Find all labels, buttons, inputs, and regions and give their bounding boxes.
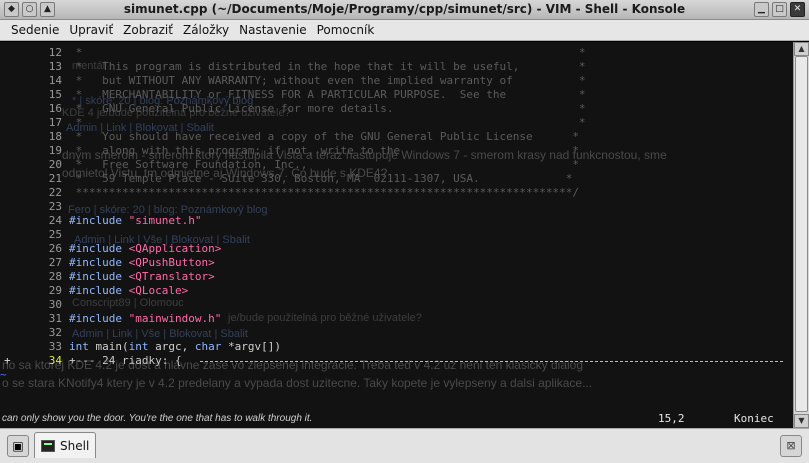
line-number: 15	[48, 88, 62, 101]
line-number: 27	[48, 256, 62, 269]
close-tab-icon[interactable]: ⊠	[780, 435, 802, 457]
terminal-view[interactable]: mentáŕ * | skóre: 20 | blog: Poznámkový …	[0, 42, 793, 428]
code-line[interactable]: 31 #include "mainwindow.h"	[0, 312, 793, 326]
code-text: #include <QTranslator>	[69, 270, 215, 283]
line-number: 31	[48, 312, 62, 325]
tab-shell[interactable]: Shell	[34, 432, 96, 458]
empty-buffer-line: ~	[0, 368, 793, 382]
code-text: * but WITHOUT ANY WARRANTY; without even…	[69, 74, 586, 87]
line-number: 34	[48, 354, 62, 367]
scroll-position: Koniec	[734, 412, 774, 425]
terminal-icon	[41, 439, 55, 452]
line-number: 19	[48, 144, 62, 157]
tab-bar: ▣ Shell ⊠	[0, 428, 809, 463]
line-number: 26	[48, 242, 62, 255]
scroll-up-icon[interactable]: ▲	[794, 42, 809, 56]
code-line[interactable]: 24 #include "simunet.h"	[0, 214, 793, 228]
line-number: 18	[48, 130, 62, 143]
menu-view[interactable]: Zobraziť	[118, 23, 178, 37]
line-number: 30	[48, 298, 62, 311]
code-line[interactable]: 26 #include <QApplication>	[0, 242, 793, 256]
code-line[interactable]: 14 * but WITHOUT ANY WARRANTY; without e…	[0, 74, 793, 88]
code-text: #include <QApplication>	[69, 242, 222, 255]
line-number: 12	[48, 46, 62, 59]
code-text: #include <QLocale>	[69, 284, 189, 297]
code-line[interactable]: 20 * Free Software Foundation, Inc., *	[0, 158, 793, 172]
code-text: * *	[69, 116, 586, 129]
new-tab-icon[interactable]: ▣	[7, 435, 29, 457]
line-number: 25	[48, 228, 62, 241]
code-text: ****************************************…	[69, 186, 579, 199]
code-text: * MERCHANTABILITY or FITNESS FOR A PARTI…	[69, 88, 586, 101]
code-line[interactable]: 25	[0, 228, 793, 242]
line-number: 23	[48, 200, 62, 213]
line-number: 28	[48, 270, 62, 283]
line-number: 14	[48, 74, 62, 87]
code-line[interactable]: 27 #include <QPushButton>	[0, 256, 793, 270]
fold-filler	[200, 361, 783, 362]
tab-label: Shell	[60, 438, 90, 453]
menu-bookmarks[interactable]: Záložky	[178, 23, 234, 37]
code-text: * along with this program; if not, write…	[69, 144, 579, 157]
code-text: int main(int argc, char *argv[])	[69, 340, 281, 353]
code-line[interactable]: 13 * This program is distributed in the …	[0, 60, 793, 74]
scrollbar-thumb[interactable]	[795, 56, 808, 412]
line-number: 20	[48, 158, 62, 171]
tilde-marker: ~	[0, 368, 7, 381]
vim-editor[interactable]: 12 * * 13 * This program is distributed i…	[0, 46, 793, 382]
close-icon[interactable]: ✕	[790, 2, 805, 17]
code-line[interactable]: 29 #include <QLocale>	[0, 284, 793, 298]
code-line[interactable]: 17 * *	[0, 116, 793, 130]
code-line[interactable]: 33 int main(int argc, char *argv[])	[0, 340, 793, 354]
code-line[interactable]: 15 * MERCHANTABILITY or FITNESS FOR A PA…	[0, 88, 793, 102]
cursor-position: 15,2	[658, 412, 685, 425]
sticky-icon[interactable]: ○	[22, 2, 37, 17]
fold-text: +--- 24 riadky: {	[69, 354, 182, 367]
line-number: 17	[48, 116, 62, 129]
keep-above-icon[interactable]: ▲	[40, 2, 55, 17]
status-message: can only show you the door. You're the o…	[2, 413, 313, 424]
code-text: #include <QPushButton>	[69, 256, 215, 269]
code-line[interactable]: 21 * 59 Temple Place - Suite 330, Boston…	[0, 172, 793, 186]
menu-edit[interactable]: Upraviť	[64, 23, 118, 37]
menu-settings[interactable]: Nastavenie	[234, 23, 311, 37]
line-number: 16	[48, 102, 62, 115]
line-number: 22	[48, 186, 62, 199]
line-number: 13	[48, 60, 62, 73]
vim-statusline: can only show you the door. You're the o…	[0, 412, 793, 426]
menu-session[interactable]: Sedenie	[6, 23, 64, 37]
code-line[interactable]: 18 * You should have received a copy of …	[0, 130, 793, 144]
window-menu-icon[interactable]: ◆	[4, 2, 19, 17]
code-text: * This program is distributed in the hop…	[69, 60, 586, 73]
code-line[interactable]: 19 * along with this program; if not, wr…	[0, 144, 793, 158]
fold-line[interactable]: +34 +--- 24 riadky: {	[0, 354, 793, 368]
code-line[interactable]: 32	[0, 326, 793, 340]
code-line[interactable]: 23	[0, 200, 793, 214]
code-line[interactable]: 12 * *	[0, 46, 793, 60]
code-text: * You should have received a copy of the…	[69, 130, 579, 143]
code-text: * *	[69, 46, 586, 59]
scroll-down-icon[interactable]: ▼	[794, 414, 809, 428]
code-text: #include "mainwindow.h"	[69, 312, 222, 325]
code-line[interactable]: 30	[0, 298, 793, 312]
code-text: * Free Software Foundation, Inc., *	[69, 158, 579, 171]
code-text: * GNU General Public License for more de…	[69, 102, 586, 115]
menu-bar: Sedenie Upraviť Zobraziť Záložky Nastave…	[0, 20, 809, 41]
code-text: #include "simunet.h"	[69, 214, 202, 227]
maximize-icon[interactable]: □	[772, 2, 787, 17]
menu-help[interactable]: Pomocník	[312, 23, 380, 37]
line-number: 32	[48, 326, 62, 339]
window-title: simunet.cpp (~/Documents/Moje/Programy/c…	[123, 2, 686, 16]
line-number: 29	[48, 284, 62, 297]
code-text: * 59 Temple Place - Suite 330, Boston, M…	[69, 172, 573, 185]
code-line[interactable]: 22 *************************************…	[0, 186, 793, 200]
code-line[interactable]: 16 * GNU General Public License for more…	[0, 102, 793, 116]
line-number: 33	[48, 340, 62, 353]
terminal-scrollbar[interactable]: ▲ ▼	[793, 42, 809, 428]
window-titlebar[interactable]: ◆ ○ ▲ simunet.cpp (~/Documents/Moje/Prog…	[0, 0, 809, 20]
code-line[interactable]: 28 #include <QTranslator>	[0, 270, 793, 284]
minimize-icon[interactable]: ▁	[754, 2, 769, 17]
line-number: 21	[48, 172, 62, 185]
line-number: 24	[48, 214, 62, 227]
